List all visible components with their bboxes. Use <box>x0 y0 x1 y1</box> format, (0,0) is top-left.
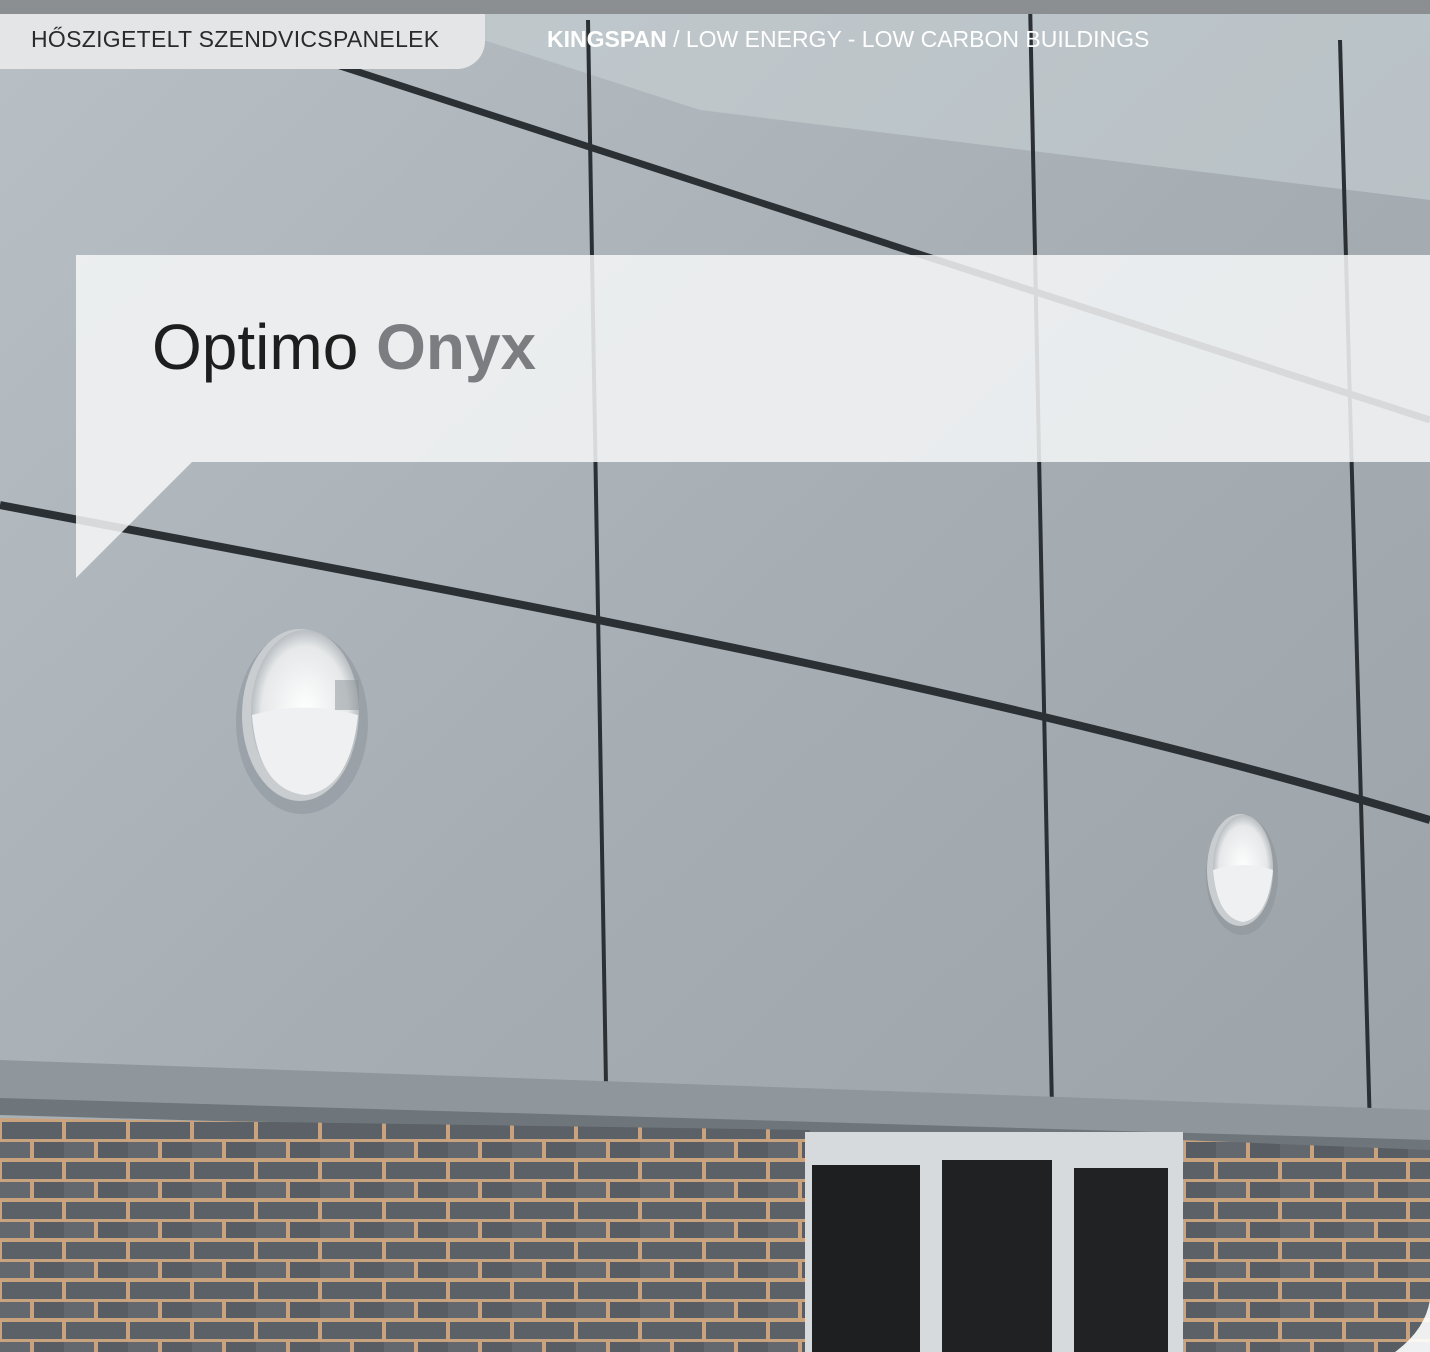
page-title: Optimo Onyx <box>152 310 536 384</box>
brand-tagline: LOW ENERGY - LOW CARBON BUILDINGS <box>685 26 1150 52</box>
title-panel-tail <box>76 462 192 578</box>
building-facade-photo <box>0 0 1430 1352</box>
top-bar <box>0 0 1430 14</box>
section-tab: HŐSZIGETELT SZENDVICSPANELEK <box>0 14 485 69</box>
section-label: HŐSZIGETELT SZENDVICSPANELEK <box>31 26 440 52</box>
brand-line: KINGSPAN / LOW ENERGY - LOW CARBON BUILD… <box>547 26 1149 53</box>
brand-separator: / <box>666 26 686 52</box>
title-primary: Optimo <box>152 311 359 383</box>
brand-name: KINGSPAN <box>547 26 667 52</box>
title-accent: Onyx <box>376 311 537 383</box>
